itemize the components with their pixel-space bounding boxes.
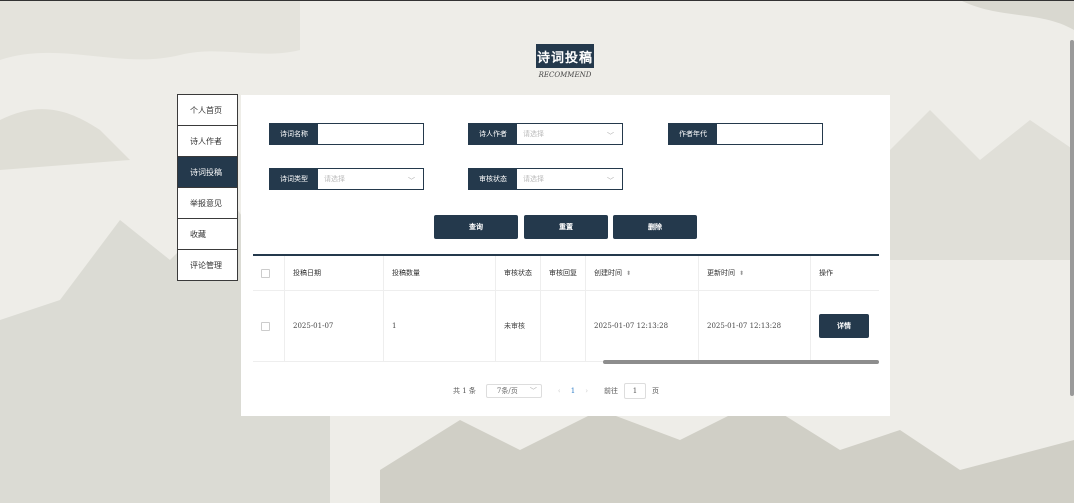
goto-suffix: 页 (652, 387, 659, 395)
goto-page-input[interactable]: 1 (624, 383, 646, 399)
sort-icon[interactable]: ⬍ (626, 270, 631, 277)
cell-count: 1 (384, 291, 496, 361)
page-title: 诗词投稿 (536, 44, 594, 68)
delete-button[interactable]: 删除 (613, 215, 697, 239)
window-top-border (0, 0, 1074, 1)
cell-updated: 2025-01-07 12:13:28 (699, 291, 811, 361)
chevron-down-icon: ﹀ (607, 132, 614, 140)
prev-page-icon[interactable]: ‹ (558, 387, 561, 395)
poem-type-label: 诗词类型 (270, 169, 318, 189)
detail-button[interactable]: 详情 (819, 314, 869, 338)
era-input[interactable] (723, 129, 816, 139)
total-count: 共 1 条 (453, 387, 476, 395)
row-select-cell (253, 291, 285, 361)
era-field: 作者年代 (668, 123, 823, 145)
cell-reply (541, 291, 586, 361)
query-button[interactable]: 查询 (434, 215, 518, 239)
review-status-select[interactable]: 请选择 ﹀ (517, 169, 622, 189)
poet-field: 诗人作者 请选择 ﹀ (468, 123, 623, 145)
chevron-down-icon: ﹀ (607, 177, 614, 185)
poem-name-field: 诗词名称 (269, 123, 424, 145)
submissions-table: 投稿日期 投稿数量 审核状态 审核回复 创建时间 ⬍ 更新时间 ⬍ 操作 2025-… (253, 254, 879, 364)
review-status-placeholder: 请选择 (523, 175, 544, 183)
cell-action: 详情 (811, 291, 879, 361)
row-checkbox[interactable] (261, 321, 270, 331)
column-header: 审核状态 (496, 256, 541, 290)
poet-placeholder: 请选择 (523, 130, 544, 138)
era-label: 作者年代 (669, 124, 717, 144)
sidebar-item-favorites[interactable]: 收藏 (178, 219, 237, 250)
sidebar-item-submissions[interactable]: 诗词投稿 (178, 157, 237, 188)
poem-type-field: 诗词类型 请选择 ﹀ (269, 168, 424, 190)
pagination: 共 1 条 7条/页 ﹀ ‹ 1 › 前往 1 页 (453, 383, 659, 399)
poet-select[interactable]: 请选择 ﹀ (517, 124, 622, 144)
sidebar-item-home[interactable]: 个人首页 (178, 95, 237, 126)
page-size-select[interactable]: 7条/页 ﹀ (485, 384, 542, 398)
select-all-cell (253, 256, 285, 290)
column-header: 操作 (819, 269, 833, 277)
chevron-down-icon: ﹀ (529, 387, 537, 395)
page-number-current[interactable]: 1 (571, 387, 575, 395)
sidebar-item-poets[interactable]: 诗人作者 (178, 126, 237, 157)
cell-created: 2025-01-07 12:13:28 (586, 291, 699, 361)
column-header: 审核回复 (541, 256, 586, 290)
column-header: 投稿数量 (384, 256, 496, 290)
table-row: 2025-01-07 1 未审核 2025-01-07 12:13:28 202… (253, 291, 879, 362)
poem-type-select[interactable]: 请选择 ﹀ (318, 169, 423, 189)
review-status-field: 审核状态 请选择 ﹀ (468, 168, 623, 190)
goto-label: 前往 (604, 387, 618, 395)
poem-name-label: 诗词名称 (270, 124, 318, 144)
poem-type-placeholder: 请选择 (324, 175, 345, 183)
column-header-sortable[interactable]: 创建时间 ⬍ (586, 256, 699, 290)
poem-name-input[interactable] (324, 129, 417, 139)
created-header-label: 创建时间 (594, 269, 622, 277)
vertical-scrollbar[interactable] (1070, 40, 1074, 396)
updated-header-label: 更新时间 (707, 269, 735, 277)
sort-icon[interactable]: ⬍ (739, 270, 744, 277)
cell-date: 2025-01-07 (285, 291, 384, 361)
column-header: 投稿日期 (285, 256, 384, 290)
sidebar-item-reports[interactable]: 举报意见 (178, 188, 237, 219)
page-subtitle: RECOMMEND (538, 71, 592, 79)
table-header: 投稿日期 投稿数量 审核状态 审核回复 创建时间 ⬍ 更新时间 ⬍ 操作 (253, 256, 879, 291)
poet-label: 诗人作者 (469, 124, 517, 144)
review-status-label: 审核状态 (469, 169, 517, 189)
reset-button[interactable]: 重置 (524, 215, 608, 239)
main-panel: 诗词名称 诗人作者 请选择 ﹀ 作者年代 诗词类型 请选择 ﹀ 审核状态 请选择… (241, 95, 890, 416)
sidebar-nav: 个人首页 诗人作者 诗词投稿 举报意见 收藏 评论管理 (177, 94, 238, 281)
column-header-sortable[interactable]: 更新时间 ⬍ (699, 256, 811, 290)
chevron-down-icon: ﹀ (408, 177, 415, 185)
sidebar-item-comments[interactable]: 评论管理 (178, 250, 237, 280)
page-size-value: 7条/页 (496, 387, 518, 395)
cell-status: 未审核 (496, 291, 541, 361)
select-all-checkbox[interactable] (261, 268, 270, 278)
horizontal-scrollbar[interactable] (603, 360, 879, 364)
next-page-icon[interactable]: › (585, 387, 588, 395)
